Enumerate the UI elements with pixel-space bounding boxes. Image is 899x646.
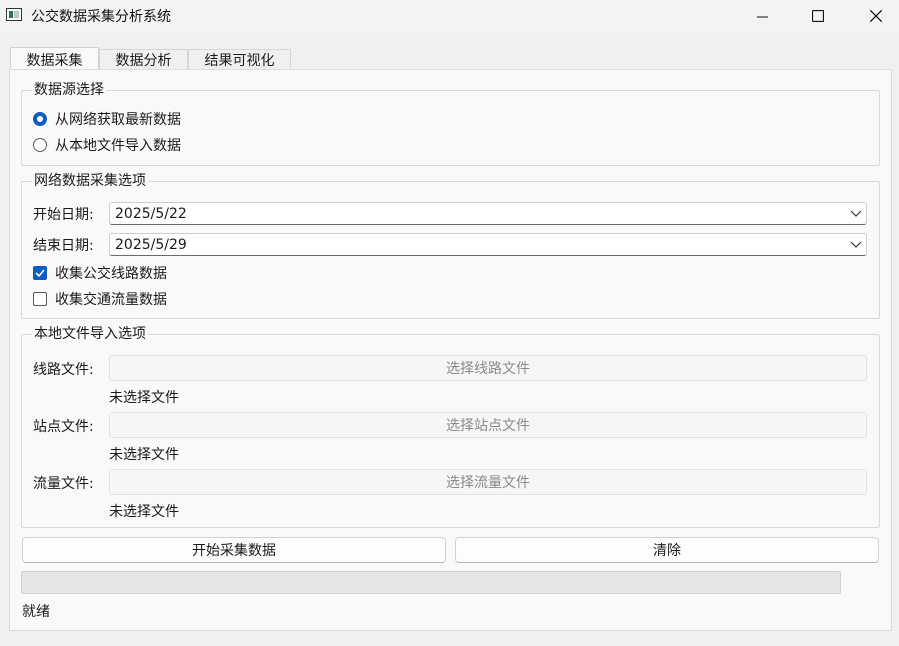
route-file-label: 线路文件: [33,362,94,378]
checkbox-empty-icon [33,292,47,306]
app-icon [6,8,22,21]
minimize-button[interactable] [739,0,785,32]
traffic-file-status: 未选择文件 [109,504,179,520]
minimize-icon [756,16,768,17]
title-bar: 公交数据采集分析系统 [0,0,899,32]
close-button[interactable] [853,0,899,32]
tab-data-analysis[interactable]: 数据分析 [99,49,188,70]
stop-file-status: 未选择文件 [109,447,179,463]
chevron-down-icon [850,241,862,248]
select-route-file-button[interactable]: 选择线路文件 [109,355,867,381]
data-source-group: 数据源选择 从网络获取最新数据 从本地文件导入数据 [21,81,880,166]
collect-routes-checkbox[interactable]: 收集公交线路数据 [33,263,167,283]
radio-network[interactable]: 从网络获取最新数据 [33,109,181,129]
progress-bar [21,571,841,594]
start-date-picker[interactable]: 2025/5/22 [109,202,867,225]
radio-unchecked-icon [33,138,47,152]
window-title: 公交数据采集分析系统 [31,9,171,25]
chevron-down-icon [850,210,862,217]
group-title: 网络数据采集选项 [32,172,148,190]
clear-button[interactable]: 清除 [455,537,879,563]
tab-data-collection[interactable]: 数据采集 [10,47,99,71]
group-title: 本地文件导入选项 [32,325,148,343]
select-traffic-file-button[interactable]: 选择流量文件 [109,469,867,495]
local-files-group: 本地文件导入选项 线路文件: 选择线路文件 未选择文件 站点文件: 选择站点文件… [21,325,880,528]
status-label: 就绪 [22,604,50,620]
close-icon [870,10,882,22]
tab-panel: 数据源选择 从网络获取最新数据 从本地文件导入数据 网络数据采集选项 开始日期:… [9,69,892,631]
collect-traffic-checkbox[interactable]: 收集交通流量数据 [33,289,167,309]
start-date-label: 开始日期: [33,207,94,223]
network-options-group: 网络数据采集选项 开始日期: 2025/5/22 结束日期: 2025/5/29… [21,172,880,319]
select-stop-file-button[interactable]: 选择站点文件 [109,412,867,438]
tab-visualization[interactable]: 结果可视化 [188,49,291,70]
group-title: 数据源选择 [32,81,106,99]
start-collection-button[interactable]: 开始采集数据 [22,537,446,563]
end-date-picker[interactable]: 2025/5/29 [109,233,867,256]
stop-file-label: 站点文件: [33,419,94,435]
maximize-button[interactable] [795,0,841,32]
traffic-file-label: 流量文件: [33,476,94,492]
radio-local[interactable]: 从本地文件导入数据 [33,135,181,155]
maximize-icon [812,10,824,22]
end-date-label: 结束日期: [33,238,94,254]
checkmark-icon [33,266,47,280]
route-file-status: 未选择文件 [109,390,179,406]
radio-checked-icon [33,112,47,126]
